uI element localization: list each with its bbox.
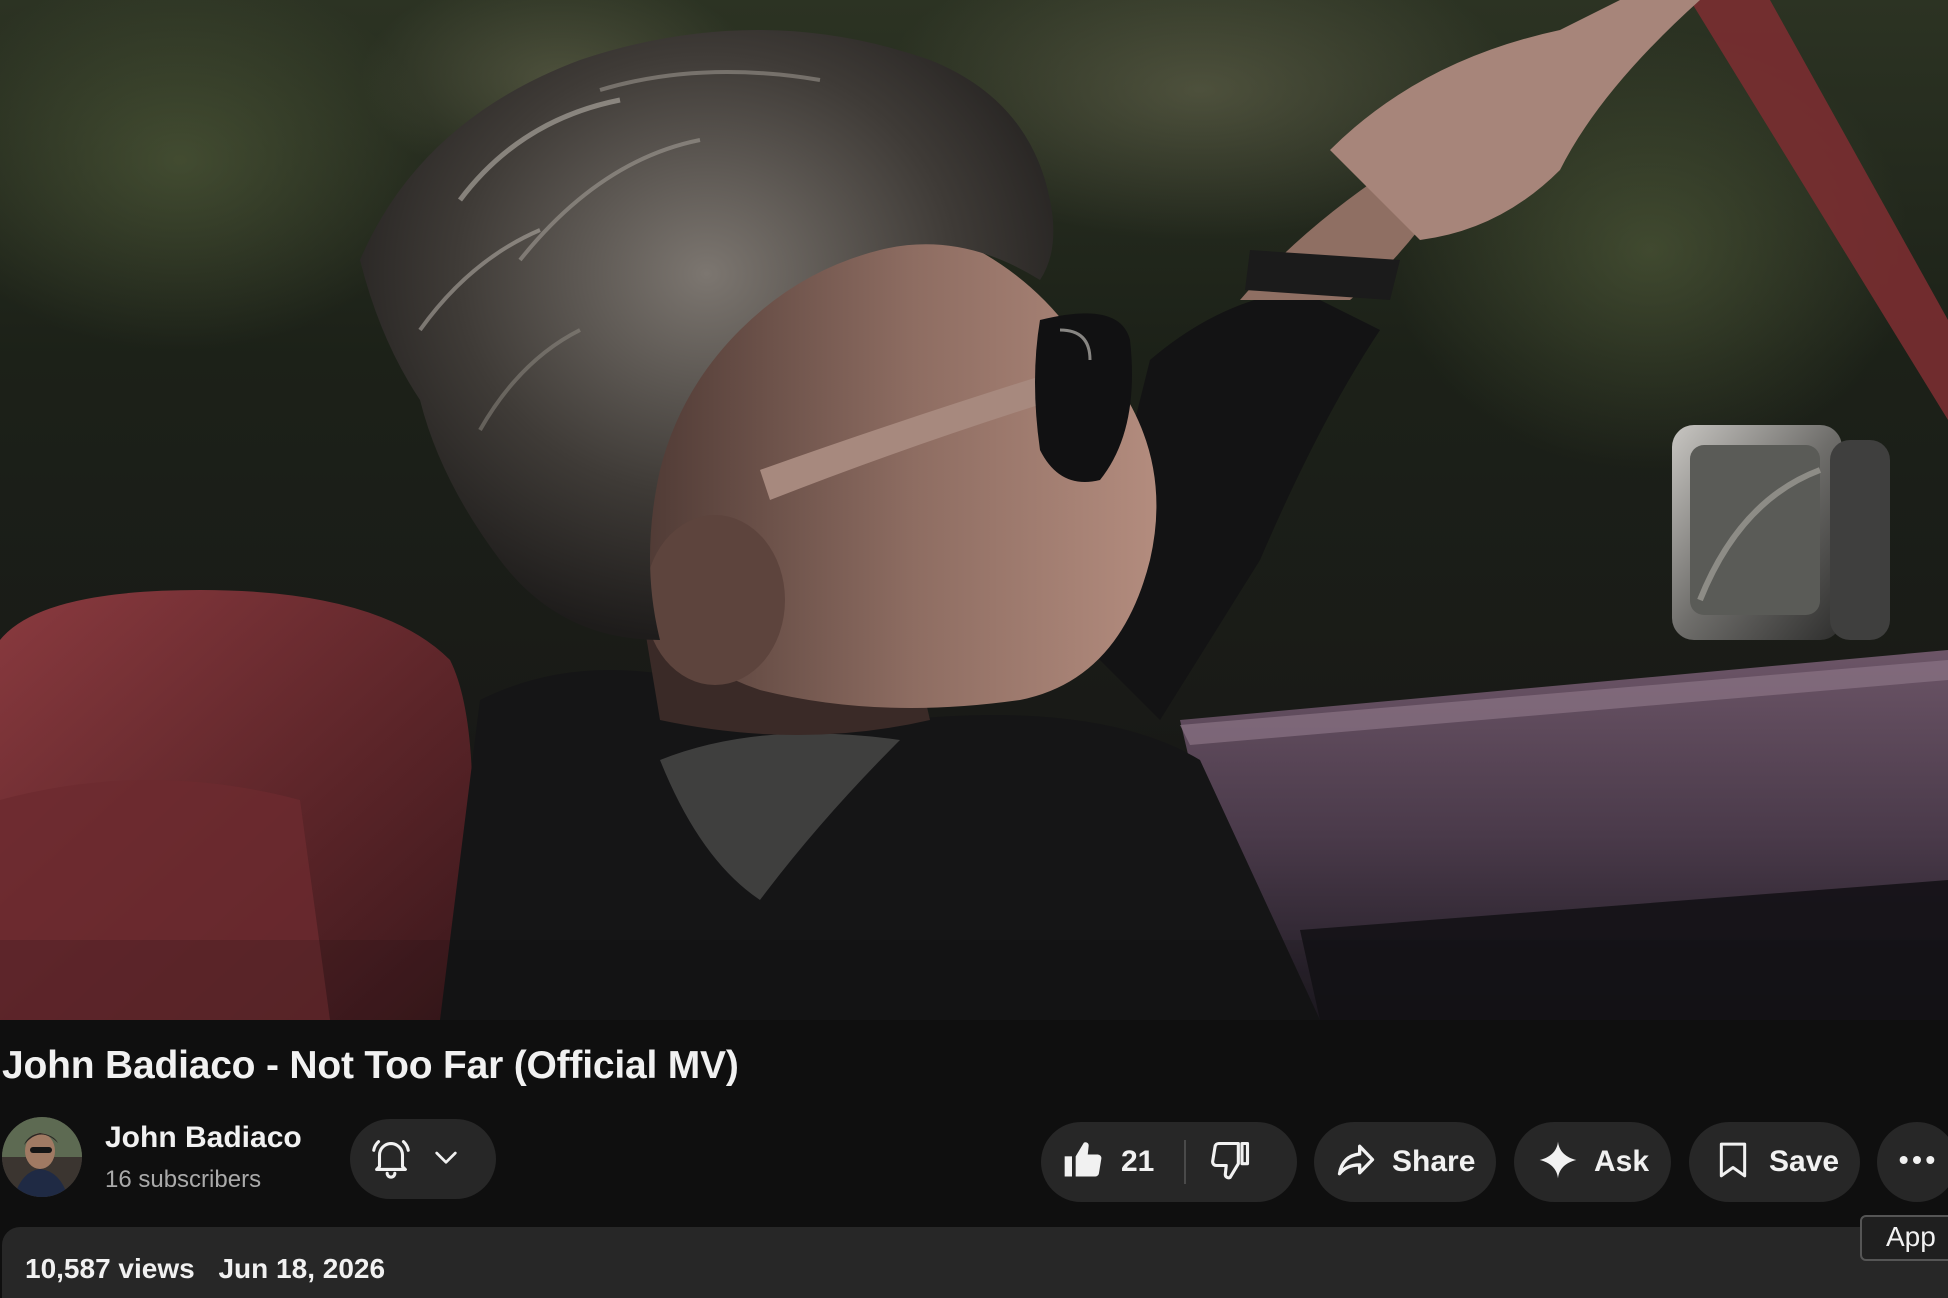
notification-button[interactable] [350, 1119, 496, 1199]
like-button[interactable]: 21 [1041, 1122, 1154, 1202]
share-arrow-icon [1334, 1138, 1378, 1187]
ask-label: Ask [1594, 1145, 1650, 1178]
save-label: Save [1769, 1145, 1840, 1178]
like-divider [1184, 1140, 1186, 1184]
save-button[interactable]: Save [1689, 1122, 1860, 1202]
view-count: 10,587 views [25, 1253, 195, 1284]
video-title: John Badiaco - Not Too Far (Official MV) [2, 1044, 739, 1087]
more-horizontal-icon [1897, 1140, 1937, 1185]
video-player[interactable] [0, 0, 1948, 1020]
thumbs-up-icon [1061, 1138, 1105, 1187]
upload-date: Jun 18, 2026 [218, 1253, 386, 1284]
avatar-image [2, 1117, 82, 1197]
watch-page: John Badiaco - Not Too Far (Official MV)… [0, 0, 1948, 1298]
video-meta: 10,587 views Jun 18, 2026 [25, 1253, 385, 1285]
video-frame-image [0, 0, 1948, 1020]
dislike-button[interactable] [1209, 1122, 1289, 1202]
sparkle-icon [1538, 1140, 1578, 1185]
share-label: Share [1392, 1145, 1476, 1178]
share-button[interactable]: Share [1314, 1122, 1496, 1202]
more-actions-button[interactable] [1877, 1122, 1948, 1202]
channel-avatar[interactable] [2, 1117, 82, 1197]
bell-icon [368, 1134, 414, 1185]
like-count: 21 [1121, 1145, 1155, 1178]
subscriber-count: 16 subscribers [105, 1166, 262, 1193]
like-dislike-group: 21 [1041, 1122, 1297, 1202]
thumbs-down-icon [1209, 1138, 1253, 1187]
channel-name[interactable]: John Badiaco [105, 1121, 302, 1155]
bookmark-icon [1713, 1138, 1753, 1187]
ask-button[interactable]: Ask [1514, 1122, 1671, 1202]
tooltip: App [1860, 1215, 1948, 1261]
chevron-down-icon [430, 1141, 462, 1178]
